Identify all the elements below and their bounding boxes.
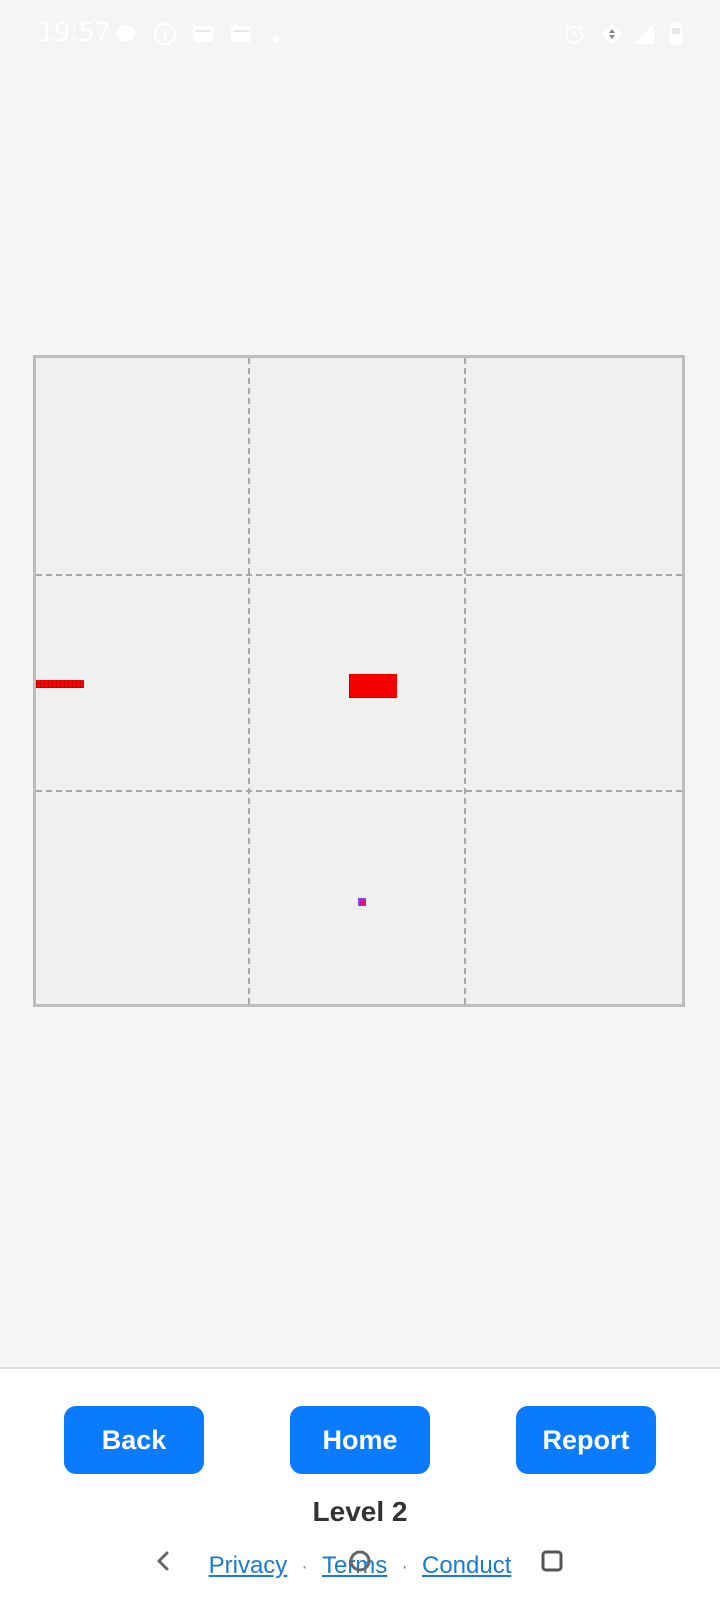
home-button[interactable]: Home xyxy=(290,1406,430,1474)
recents-nav-icon[interactable] xyxy=(541,1550,563,1577)
grid-line-vertical xyxy=(248,358,250,1004)
conduct-link[interactable]: Conduct xyxy=(422,1552,511,1579)
chat-bubble-icon xyxy=(114,22,138,46)
data-transfer-icon xyxy=(600,22,624,46)
level-label: Level 2 xyxy=(312,1496,408,1527)
grid-line-horizontal xyxy=(36,790,682,792)
red-piece-left[interactable] xyxy=(36,680,84,688)
info-icon xyxy=(153,22,177,46)
footer-separator: · xyxy=(401,1556,408,1578)
home-nav-icon[interactable] xyxy=(348,1549,372,1578)
privacy-link[interactable]: Privacy xyxy=(209,1552,288,1579)
dot-icon xyxy=(272,30,280,43)
battery-icon xyxy=(664,22,688,46)
grid-line-vertical xyxy=(464,358,466,1004)
signal-icon xyxy=(632,22,656,46)
grid-line-horizontal xyxy=(36,574,682,576)
back-nav-icon[interactable] xyxy=(152,1549,176,1578)
red-piece-center[interactable] xyxy=(349,674,397,698)
game-board[interactable] xyxy=(33,355,685,1007)
report-button[interactable]: Report xyxy=(516,1406,656,1474)
back-button[interactable]: Back xyxy=(64,1406,204,1474)
player-marker[interactable] xyxy=(358,898,366,906)
footer-separator: · xyxy=(301,1556,308,1578)
mail-icon xyxy=(191,22,215,46)
mail-icon xyxy=(229,22,253,46)
alarm-icon xyxy=(562,22,586,46)
status-bar: 19:57 xyxy=(0,0,720,70)
status-time: 19:57 xyxy=(38,18,111,48)
